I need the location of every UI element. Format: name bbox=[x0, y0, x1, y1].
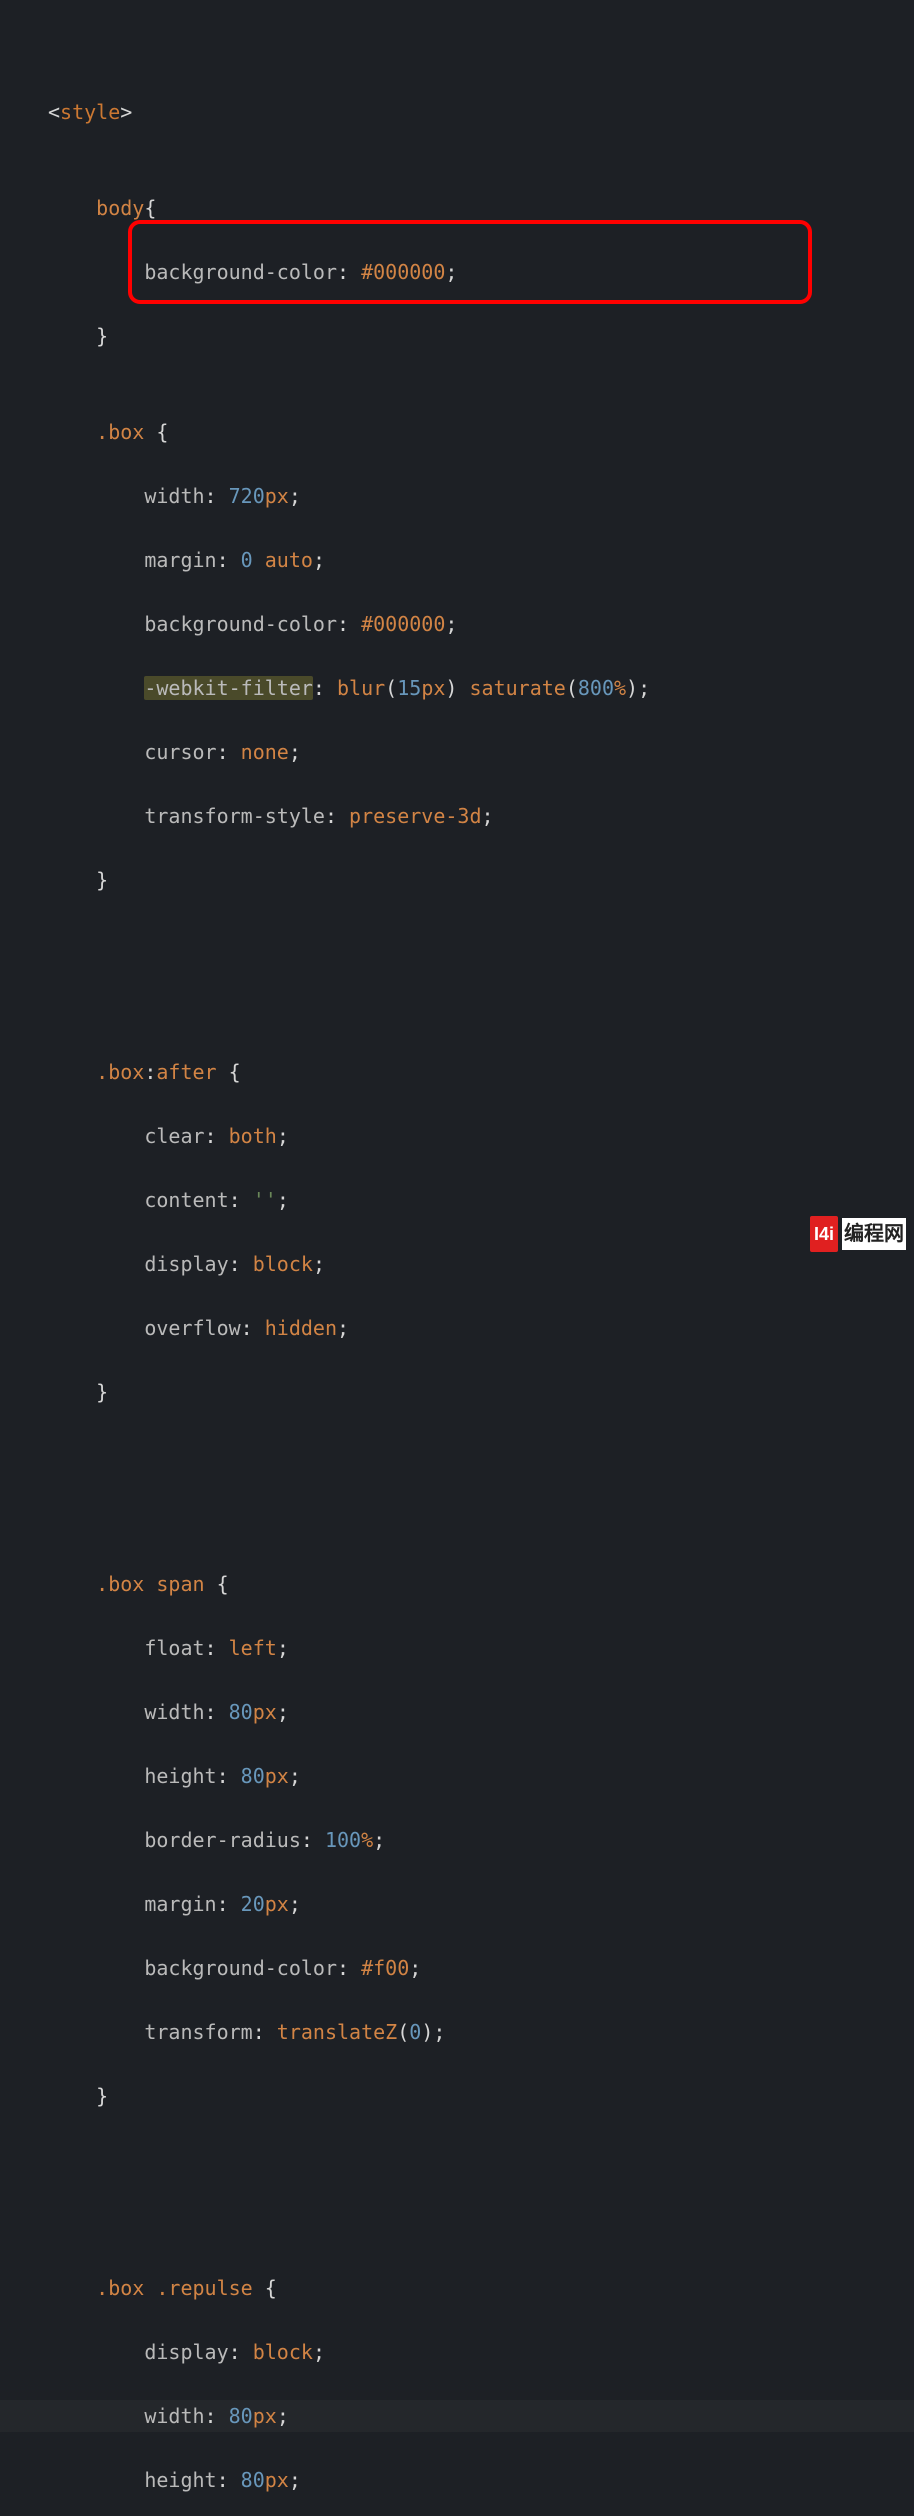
code-line: } bbox=[0, 320, 914, 352]
code-line: overflow: hidden; bbox=[0, 1312, 914, 1344]
code-line: .box:after { bbox=[0, 1056, 914, 1088]
watermark: I4i 编程网 bbox=[810, 1216, 906, 1252]
code-line: margin: 0 auto; bbox=[0, 544, 914, 576]
code-line: content: ''; bbox=[0, 1184, 914, 1216]
code-line: display: block; bbox=[0, 2336, 914, 2368]
code-line: } bbox=[0, 1376, 914, 1408]
code-line: display: block; bbox=[0, 1248, 914, 1280]
code-line bbox=[0, 2176, 914, 2208]
code-line: transform: translateZ(0); bbox=[0, 2016, 914, 2048]
code-line: .box .repulse { bbox=[0, 2272, 914, 2304]
code-line: .box { bbox=[0, 416, 914, 448]
code-line: width: 80px; bbox=[0, 1696, 914, 1728]
code-line: background-color: #000000; bbox=[0, 256, 914, 288]
code-line: float: left; bbox=[0, 1632, 914, 1664]
code-line: } bbox=[0, 864, 914, 896]
code-line: .box span { bbox=[0, 1568, 914, 1600]
code-line: background-color: #f00; bbox=[0, 1952, 914, 1984]
code-line: body{ bbox=[0, 192, 914, 224]
code-line: margin: 20px; bbox=[0, 1888, 914, 1920]
code-line: border-radius: 100%; bbox=[0, 1824, 914, 1856]
code-line: cursor: none; bbox=[0, 736, 914, 768]
code-line: height: 80px; bbox=[0, 1760, 914, 1792]
code-line: height: 80px; bbox=[0, 2464, 914, 2496]
code-line: width: 720px; bbox=[0, 480, 914, 512]
code-line bbox=[0, 1472, 914, 1504]
code-line bbox=[0, 960, 914, 992]
code-line: transform-style: preserve-3d; bbox=[0, 800, 914, 832]
watermark-badge: I4i bbox=[810, 1216, 838, 1252]
code-line: clear: both; bbox=[0, 1120, 914, 1152]
code-line: <style> bbox=[0, 96, 914, 128]
code-editor[interactable]: <style> body{ background-color: #000000;… bbox=[0, 0, 914, 2516]
code-line-current: width: 80px; bbox=[0, 2400, 914, 2432]
code-line: -webkit-filter: blur(15px) saturate(800%… bbox=[0, 672, 914, 704]
code-line: } bbox=[0, 2080, 914, 2112]
watermark-text: 编程网 bbox=[842, 1218, 906, 1250]
code-line: background-color: #000000; bbox=[0, 608, 914, 640]
